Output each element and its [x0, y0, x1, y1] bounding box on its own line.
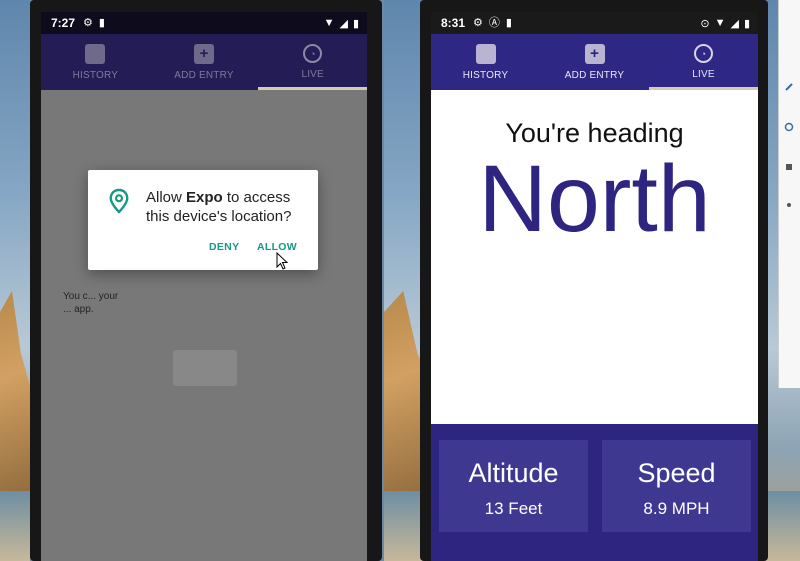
- settings-icon: ⚙: [473, 16, 483, 29]
- battery-icon: ▮: [352, 17, 359, 30]
- dot-icon: [787, 203, 791, 207]
- status-bar: 7:27 ⚙ ▮ ▼ ◢ ▮: [41, 12, 367, 34]
- signal-icon: ◢: [339, 17, 348, 30]
- partial-window-right: [778, 0, 800, 388]
- arrow-icon: [785, 83, 793, 91]
- tab-bar: HISTORY + ADD ENTRY ◔ LIVE: [431, 34, 758, 90]
- notification-a-icon: Ⓐ: [488, 16, 500, 29]
- location-permission-dialog: Allow Expo to access this device's locat…: [88, 170, 318, 270]
- location-pin-icon: [109, 188, 129, 214]
- altitude-card: Altitude 13 Feet: [439, 440, 588, 532]
- screen-right: 8:31 ⚙ Ⓐ ▮ ⊙ ▼ ◢ ▮ HISTORY + ADD ENTRY ◔…: [431, 12, 758, 561]
- square-icon: [786, 164, 792, 170]
- status-time: 7:27: [51, 16, 76, 30]
- refresh-icon: [784, 122, 794, 132]
- tab-bar: HISTORY + ADD ENTRY ◔ LIVE: [41, 34, 367, 90]
- speedometer-icon: ◔: [303, 44, 323, 63]
- altitude-value: 13 Feet: [484, 499, 543, 518]
- battery-icon: ▮: [743, 17, 750, 30]
- dialog-app-name: Expo: [186, 189, 223, 206]
- deny-button[interactable]: DENY: [209, 241, 239, 253]
- dimmed-content: You c... your ... app.: [41, 90, 367, 561]
- request-permission-button: [173, 350, 237, 386]
- tab-add-entry[interactable]: + ADD ENTRY: [150, 34, 259, 90]
- tab-history[interactable]: HISTORY: [431, 34, 540, 90]
- speed-card: Speed 8.9 MPH: [602, 440, 751, 532]
- speedometer-icon: ◔: [694, 44, 713, 63]
- settings-icon: ⚙: [83, 16, 93, 29]
- wifi-icon: ▼: [323, 17, 335, 29]
- sd-card-icon: ▮: [98, 16, 105, 29]
- status-bar: 8:31 ⚙ Ⓐ ▮ ⊙ ▼ ◢ ▮: [431, 12, 758, 34]
- mouse-cursor-icon: [276, 252, 288, 270]
- dialog-message: Allow Expo to access this device's locat…: [146, 188, 311, 226]
- signal-icon: ◢: [730, 17, 739, 30]
- altitude-title: Altitude: [468, 458, 559, 488]
- tab-label: LIVE: [692, 69, 715, 80]
- tab-label: HISTORY: [72, 69, 119, 81]
- dialog-text-prefix: Allow: [146, 189, 187, 206]
- direction-display: North: [478, 146, 711, 252]
- speed-value: 8.9 MPH: [643, 499, 710, 518]
- tab-label: HISTORY: [462, 69, 509, 81]
- tab-live[interactable]: ◔ LIVE: [649, 34, 758, 90]
- plus-box-icon: +: [584, 43, 605, 64]
- stats-panel: Altitude 13 Feet Speed 8.9 MPH: [431, 424, 758, 561]
- tab-label: LIVE: [301, 69, 324, 80]
- permission-message: You c... your ... app.: [63, 291, 119, 315]
- tab-label: ADD ENTRY: [564, 69, 625, 81]
- location-icon: ⊙: [700, 17, 710, 30]
- heading-label: You're heading: [505, 118, 684, 148]
- tab-live[interactable]: ◔ LIVE: [258, 34, 367, 90]
- book-icon: [475, 43, 496, 64]
- screen-left: 7:27 ⚙ ▮ ▼ ◢ ▮ HISTORY + ADD ENTRY ◔ LIV…: [41, 12, 367, 561]
- speed-title: Speed: [637, 458, 716, 488]
- sd-card-icon: ▮: [505, 16, 512, 29]
- emulator-left: 7:27 ⚙ ▮ ▼ ◢ ▮ HISTORY + ADD ENTRY ◔ LIV…: [30, 0, 382, 561]
- tab-history[interactable]: HISTORY: [41, 34, 150, 90]
- plus-box-icon: +: [194, 43, 214, 64]
- desktop-wallpaper-left: [0, 0, 30, 561]
- emulator-right: 8:31 ⚙ Ⓐ ▮ ⊙ ▼ ◢ ▮ HISTORY + ADD ENTRY ◔…: [420, 0, 768, 561]
- status-time: 8:31: [441, 16, 466, 30]
- tab-label: ADD ENTRY: [174, 69, 234, 81]
- wifi-icon: ▼: [714, 17, 726, 29]
- tab-add-entry[interactable]: + ADD ENTRY: [540, 34, 649, 90]
- book-icon: [85, 43, 106, 64]
